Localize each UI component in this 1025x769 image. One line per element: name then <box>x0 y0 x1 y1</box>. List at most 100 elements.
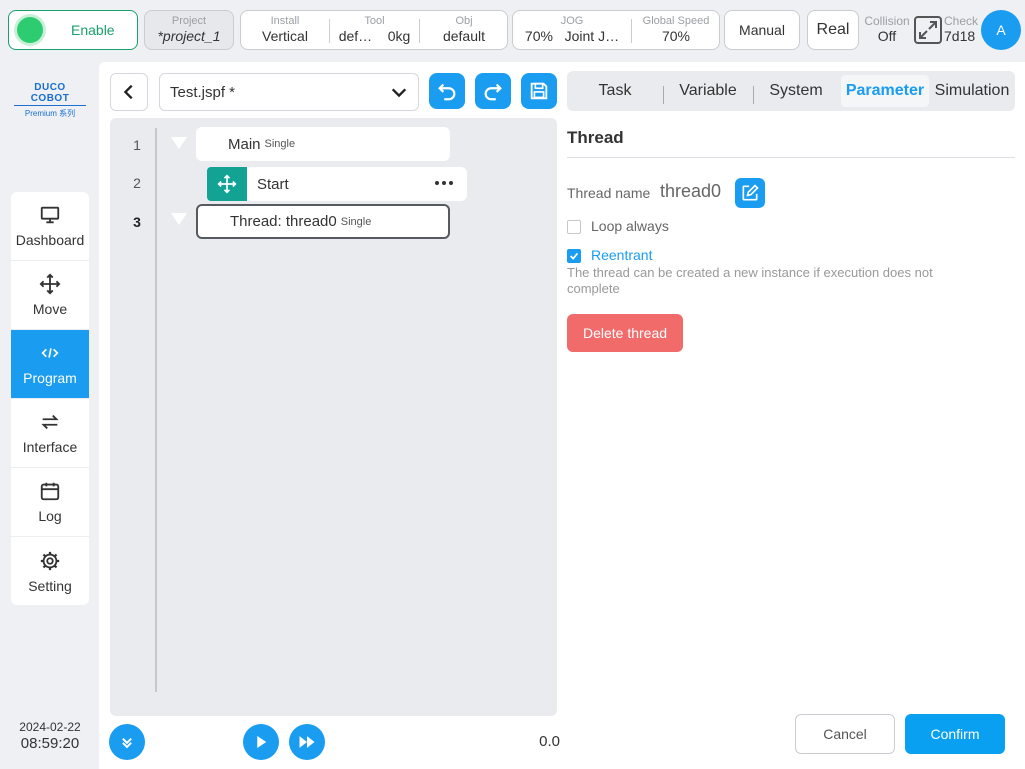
jog-speed-group: JOG 70% Joint J… Global Speed 70% <box>512 10 720 50</box>
check-value: 7d18 <box>944 28 976 44</box>
brand-sub: Premium 系列 <box>24 109 76 118</box>
collision-value: Off <box>877 28 897 44</box>
code-icon <box>41 348 59 358</box>
tool-label: Tool <box>364 15 385 27</box>
delete-thread-button[interactable]: Delete thread <box>567 314 683 352</box>
brand-name: DUCO COBOT <box>14 82 86 106</box>
sidebar-item-program[interactable]: Program <box>11 330 89 399</box>
swap-icon <box>41 414 59 430</box>
check-label: Check <box>944 14 979 28</box>
collapse-triangle-icon[interactable] <box>171 213 187 225</box>
sidebar-item-move[interactable]: Move <box>11 261 89 330</box>
back-button[interactable] <box>110 73 148 111</box>
sidebar-item-label: Dashboard <box>15 232 85 248</box>
tree-node-start[interactable]: Start <box>207 167 467 201</box>
tree-node-thread[interactable]: Thread: thread0 Single <box>196 204 450 239</box>
check-icon <box>569 252 579 260</box>
thread-name-value: thread0 <box>660 181 722 201</box>
fast-forward-button[interactable] <box>289 724 325 760</box>
edit-thread-name-button[interactable] <box>735 178 765 208</box>
play-icon <box>257 736 267 748</box>
node-tag: Single <box>264 138 296 150</box>
tree-node-main[interactable]: Main Single <box>196 127 450 161</box>
sidebar-item-label: Move <box>32 301 68 317</box>
global-speed-selector[interactable]: Global Speed 70% <box>632 11 720 49</box>
edit-icon <box>742 184 759 201</box>
move-arrows-icon <box>207 167 247 201</box>
tab-task[interactable]: Task <box>567 82 663 100</box>
install-value: Vertical <box>262 28 308 44</box>
confirm-button[interactable]: Confirm <box>905 714 1005 754</box>
global-speed-label: Global Speed <box>642 15 710 27</box>
tab-simulation[interactable]: Simulation <box>929 82 1015 100</box>
fast-forward-icon <box>299 736 315 748</box>
undo-icon <box>438 83 456 101</box>
chevron-down-icon <box>391 88 407 98</box>
node-title: Thread: thread0 <box>230 213 337 230</box>
tool-weight: 0kg <box>387 28 411 44</box>
line-number: 2 <box>133 175 141 191</box>
step-down-button[interactable] <box>109 724 145 760</box>
fullscreen-icon[interactable] <box>913 15 943 45</box>
speed-readout: 0.0 <box>539 733 560 750</box>
tab-system[interactable]: System <box>753 82 839 104</box>
sidebar-item-interface[interactable]: Interface <box>11 399 89 468</box>
undo-button[interactable] <box>429 73 465 109</box>
jog-selector[interactable]: JOG 70% Joint J… <box>513 11 631 49</box>
jog-percent: 70% <box>524 28 553 44</box>
sidebar-nav: Dashboard Move Program Interface Log Set… <box>11 192 89 605</box>
check-status: Check 7d18 <box>944 14 984 44</box>
file-name: Test.jspf * <box>170 83 236 101</box>
node-title: Main <box>228 135 261 153</box>
node-title: Start <box>257 175 289 193</box>
sidebar-item-dashboard[interactable]: Dashboard <box>11 192 89 261</box>
sidebar-item-setting[interactable]: Setting <box>11 537 89 605</box>
tool-selector[interactable]: Tool def… 0kg <box>330 11 419 49</box>
param-title: Thread <box>567 128 624 147</box>
line-number: 3 <box>133 214 141 230</box>
enable-button[interactable]: Enable <box>8 10 138 50</box>
reentrant-checkbox[interactable] <box>567 249 581 263</box>
chevron-down-icon <box>122 737 132 749</box>
monitor-icon <box>40 206 60 224</box>
project-label: Project <box>171 15 207 27</box>
install-label: Install <box>270 15 300 27</box>
enable-status-indicator <box>17 17 43 43</box>
more-options-icon[interactable] <box>435 181 453 185</box>
play-button[interactable] <box>243 724 279 760</box>
file-dropdown[interactable]: Test.jspf * <box>159 73 419 111</box>
tree-rail <box>155 128 157 692</box>
tab-variable[interactable]: Variable <box>663 82 753 104</box>
brand-logo: DUCO COBOT Premium 系列 <box>14 82 86 119</box>
move-arrows-icon <box>39 273 61 295</box>
save-icon <box>530 82 548 100</box>
jog-mode: Joint J… <box>564 28 620 44</box>
loop-always-checkbox[interactable] <box>567 220 581 234</box>
redo-button[interactable] <box>475 73 511 109</box>
user-avatar[interactable]: A <box>981 10 1021 50</box>
loop-always-label: Loop always <box>591 218 669 234</box>
global-speed-value: 70% <box>661 28 691 44</box>
sidebar-item-log[interactable]: Log <box>11 468 89 537</box>
save-button[interactable] <box>521 73 557 109</box>
current-time: 08:59:20 <box>20 735 80 752</box>
gear-icon <box>40 551 60 570</box>
tab-parameter[interactable]: Parameter <box>841 75 929 107</box>
install-tool-obj-group: Install Vertical Tool def… 0kg Obj defau… <box>240 10 508 50</box>
real-mode-button[interactable]: Real <box>807 10 859 50</box>
line-number: 1 <box>133 137 141 153</box>
sidebar-item-label: Interface <box>22 439 78 455</box>
install-selector[interactable]: Install Vertical <box>241 11 329 49</box>
jog-value: 70% Joint J… <box>513 28 631 44</box>
thread-name-label: Thread name <box>567 185 651 201</box>
manual-mode-button[interactable]: Manual <box>724 10 800 50</box>
reentrant-label: Reentrant <box>591 247 653 263</box>
collision-label: Collision <box>864 14 910 28</box>
cancel-button[interactable]: Cancel <box>795 714 895 754</box>
divider <box>567 157 1015 158</box>
sidebar-item-label: Log <box>38 508 62 524</box>
collapse-triangle-icon[interactable] <box>171 137 187 149</box>
project-selector[interactable]: Project *project_1 <box>144 10 234 50</box>
obj-selector[interactable]: Obj default <box>420 11 508 49</box>
redo-icon <box>484 83 502 101</box>
